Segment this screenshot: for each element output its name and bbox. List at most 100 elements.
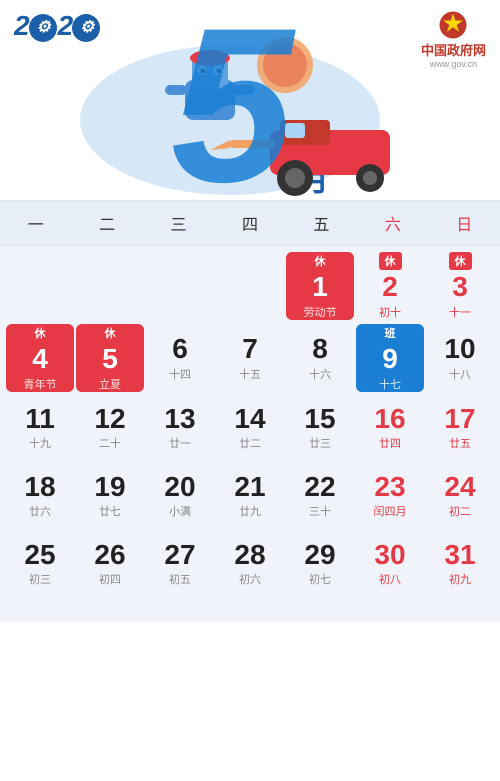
day-number: 12 — [94, 404, 125, 435]
day-cell: 7十五 — [216, 324, 284, 392]
day-badge: 休 — [99, 324, 122, 342]
day-cell: 休2初十 — [356, 252, 424, 320]
day-cell: 22三十 — [286, 464, 354, 528]
day-sub: 初三 — [29, 571, 51, 587]
header: 2⚙2⚙ 中国政府网 www.gov.cn 5 月 — [0, 0, 500, 200]
day-badge: 休 — [379, 252, 402, 270]
day-cell: 12二十 — [76, 396, 144, 460]
day-sub: 廿四 — [379, 435, 401, 451]
day-sub: 廿二 — [239, 435, 261, 451]
day-cell: 16廿四 — [356, 396, 424, 460]
day-number: 20 — [164, 472, 195, 503]
day-sub: 十五 — [239, 366, 261, 382]
day-cell: 14廿二 — [216, 396, 284, 460]
calendar-grid: 休1劳动节休2初十休3十一休4青年节休5立夏6十四7十五8十六班9十七10十八1… — [0, 246, 500, 602]
gear-zero: ⚙ — [29, 14, 57, 42]
day-number: 17 — [444, 404, 475, 435]
day-sub: 十八 — [449, 366, 471, 382]
day-sub: 劳动节 — [304, 304, 337, 320]
day-badge: 休 — [449, 252, 472, 270]
day-sub: 廿一 — [169, 435, 191, 451]
day-sub: 十四 — [169, 366, 191, 382]
day-sub: 廿九 — [239, 503, 261, 519]
day-sub: 小满 — [169, 503, 191, 519]
day-number: 30 — [374, 540, 405, 571]
day-cell — [76, 252, 144, 320]
day-sub: 廿七 — [99, 503, 121, 519]
day-sub: 二十 — [99, 435, 121, 451]
day-number: 16 — [374, 404, 405, 435]
day-cell: 13廿一 — [146, 396, 214, 460]
gov-emblem-icon — [438, 10, 468, 40]
day-cell: 班9十七 — [356, 324, 424, 392]
day-cell: 31初九 — [426, 532, 494, 596]
weekday-sat: 六 — [357, 201, 428, 245]
day-sub: 十一 — [449, 304, 471, 320]
weekday-mon: 一 — [0, 201, 71, 245]
day-number: 3 — [452, 272, 468, 303]
day-cell: 27初五 — [146, 532, 214, 596]
weekday-fri: 五 — [286, 201, 357, 245]
header-top: 2⚙2⚙ 中国政府网 www.gov.cn — [0, 0, 500, 69]
day-cell: 20小满 — [146, 464, 214, 528]
gear-zero2: ⚙ — [72, 14, 100, 42]
day-cell: 25初三 — [6, 532, 74, 596]
day-cell: 21廿九 — [216, 464, 284, 528]
day-number: 4 — [32, 344, 48, 375]
calendar-section: 一 二 三 四 五 六 日 休1劳动节休2初十休3十一休4青年节休5立夏6十四7… — [0, 200, 500, 622]
day-sub: 初八 — [379, 571, 401, 587]
day-number: 23 — [374, 472, 405, 503]
day-sub: 十九 — [29, 435, 51, 451]
day-number: 26 — [94, 540, 125, 571]
day-number: 24 — [444, 472, 475, 503]
day-sub: 三十 — [309, 503, 331, 519]
gov-logo: 中国政府网 www.gov.cn — [421, 10, 486, 69]
day-cell: 15廿三 — [286, 396, 354, 460]
weekday-thu: 四 — [214, 201, 285, 245]
day-sub: 廿五 — [449, 435, 471, 451]
day-sub: 立夏 — [99, 376, 121, 392]
day-number: 25 — [24, 540, 55, 571]
day-number: 18 — [24, 472, 55, 503]
day-cell: 17廿五 — [426, 396, 494, 460]
day-cell: 26初四 — [76, 532, 144, 596]
day-number: 19 — [94, 472, 125, 503]
day-cell: 24初二 — [426, 464, 494, 528]
year-logo: 2⚙2⚙ — [14, 10, 101, 42]
day-sub: 初九 — [449, 571, 471, 587]
day-badge: 班 — [379, 324, 402, 342]
day-cell: 休 3十一 — [426, 252, 494, 320]
day-cell: 30初八 — [356, 532, 424, 596]
weekday-header: 一 二 三 四 五 六 日 — [0, 200, 500, 246]
day-cell: 休 5立夏 — [76, 324, 144, 392]
day-cell: 18廿六 — [6, 464, 74, 528]
day-number: 11 — [25, 404, 55, 435]
weekday-wed: 三 — [143, 201, 214, 245]
day-cell: 10十八 — [426, 324, 494, 392]
day-cell — [6, 252, 74, 320]
day-number: 15 — [304, 404, 335, 435]
day-number: 8 — [312, 334, 328, 365]
day-number: 21 — [234, 472, 265, 503]
day-number: 29 — [304, 540, 335, 571]
day-number: 28 — [234, 540, 265, 571]
day-cell: 8十六 — [286, 324, 354, 392]
day-sub: 青年节 — [24, 376, 57, 392]
day-cell: 6十四 — [146, 324, 214, 392]
day-badge: 休 — [309, 252, 332, 270]
gov-name: 中国政府网 — [421, 40, 486, 59]
day-number: 31 — [444, 540, 475, 571]
day-number: 2 — [382, 272, 398, 303]
weekday-sun: 日 — [429, 201, 500, 245]
gov-url: www.gov.cn — [430, 59, 477, 69]
day-sub: 初七 — [309, 571, 331, 587]
day-cell: 11十九 — [6, 396, 74, 460]
weekday-tue: 二 — [71, 201, 142, 245]
day-cell: 19廿七 — [76, 464, 144, 528]
day-badge: 休 — [29, 324, 52, 342]
day-number: 9 — [382, 344, 398, 375]
day-sub: 闰四月 — [374, 503, 407, 519]
day-number: 5 — [102, 344, 118, 375]
day-cell: 28初六 — [216, 532, 284, 596]
day-sub: 廿三 — [309, 435, 331, 451]
